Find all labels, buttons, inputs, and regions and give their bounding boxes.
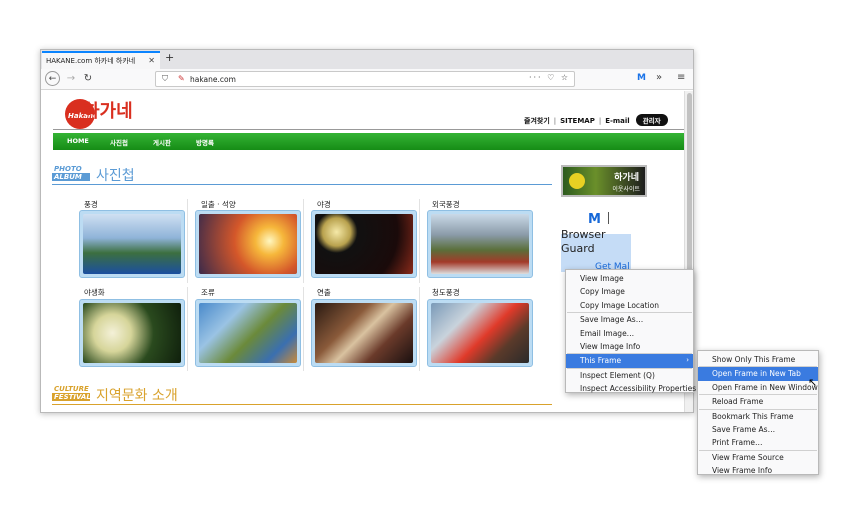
photo-label[interactable]: 조류	[201, 287, 215, 298]
photo-album-title: 사진첩	[96, 168, 135, 184]
submenu-arrow-icon: ›	[686, 356, 689, 365]
photo-thumbnail-landscape[interactable]	[79, 210, 185, 278]
photo-label[interactable]: 일출 · 석양	[201, 199, 236, 210]
context-menu: View Image Copy Image Copy Image Locatio…	[565, 269, 696, 395]
flower-icon	[569, 173, 585, 189]
submenu-open-frame-new-tab[interactable]: Open Frame in New Tab	[698, 367, 818, 381]
submenu-reload-frame[interactable]: Reload Frame	[698, 395, 818, 408]
sitemap-link[interactable]: SITEMAP	[560, 117, 595, 125]
photo-album-heading[interactable]: PHOTO ALBUM 사진첩	[52, 165, 552, 187]
navigation-toolbar: ← → ↻ ⛉ ✎ hakane.com ··· ♡ ☆ M » ≡	[41, 69, 693, 90]
browser-tab[interactable]: HAKANE.com 하카네 하카네 ✕	[42, 51, 160, 69]
nav-home[interactable]: HOME	[67, 137, 89, 145]
menu-inspect-accessibility[interactable]: Inspect Accessibility Properties	[566, 382, 696, 395]
photo-label[interactable]: 청도풍경	[432, 287, 460, 298]
photo-thumbnail-sunrise[interactable]	[195, 210, 301, 278]
photo-thumbnail-birds[interactable]	[195, 299, 301, 367]
tab-title: HAKANE.com 하카네 하카네	[46, 57, 136, 65]
header-divider	[53, 129, 686, 130]
browser-guard-text[interactable]: Browser Guard	[561, 228, 606, 256]
top-navigation: 즐겨찾기 | SITEMAP | E-mail 관리자	[524, 114, 668, 126]
mouse-cursor-icon: ↖	[808, 376, 818, 389]
submenu-view-frame-info[interactable]: View Frame Info	[698, 464, 818, 477]
photo-thumbnail-cheongdo[interactable]	[427, 299, 533, 367]
nav-photo-album[interactable]: 사진첩	[110, 137, 128, 147]
photo-album-underline	[52, 184, 552, 185]
submenu-save-frame-as[interactable]: Save Frame As…	[698, 423, 818, 436]
malwarebytes-extension-icon[interactable]: M	[637, 73, 646, 83]
menu-this-frame[interactable]: This Frame ›	[566, 354, 693, 368]
photo-image[interactable]	[83, 303, 181, 363]
photo-label[interactable]: 야경	[317, 199, 331, 210]
submenu-print-frame[interactable]: Print Frame…	[698, 436, 818, 449]
tab-close-icon[interactable]: ✕	[148, 56, 155, 65]
malwarebytes-icon: M	[588, 212, 601, 227]
photo-thumbnail-wildflower[interactable]	[79, 299, 185, 367]
site-favicon-icon: ✎	[178, 74, 185, 83]
photo-label[interactable]: 야생화	[84, 287, 105, 298]
photo-image[interactable]	[315, 303, 413, 363]
menu-view-image-info[interactable]: View Image Info	[566, 340, 693, 353]
column-divider	[419, 199, 420, 283]
banner-title: 하가네	[614, 173, 639, 183]
menu-this-frame-label: This Frame	[580, 356, 622, 366]
photo-thumbnail-staged[interactable]	[311, 299, 417, 367]
culture-title: 지역문화 소개	[96, 388, 178, 404]
menu-copy-image-location[interactable]: Copy Image Location	[566, 299, 693, 312]
photo-thumbnail-night[interactable]	[311, 210, 417, 278]
page-actions-icons[interactable]: ··· ♡ ☆	[529, 73, 570, 82]
overflow-menu-icon[interactable]: »	[656, 72, 662, 83]
menu-view-image[interactable]: View Image	[566, 272, 693, 285]
neighbor-site-banner[interactable]: 하가네 이웃사이트	[561, 165, 647, 197]
photo-label[interactable]: 연출	[317, 287, 331, 298]
browser-guard-divider	[608, 212, 609, 224]
submenu-bookmark-frame[interactable]: Bookmark This Frame	[698, 410, 818, 423]
photo-image[interactable]	[199, 214, 297, 274]
photo-label[interactable]: 외국풍경	[432, 199, 460, 210]
submenu-open-frame-new-window[interactable]: Open Frame in New Window	[698, 381, 818, 394]
menu-save-image-as[interactable]: Save Image As…	[566, 313, 693, 326]
nav-board[interactable]: 게시판	[153, 137, 171, 147]
reload-button[interactable]: ↻	[81, 72, 95, 86]
photo-thumbnail-foreign[interactable]	[427, 210, 533, 278]
culture-underline	[52, 404, 552, 405]
admin-button[interactable]: 관리자	[635, 114, 668, 126]
column-divider	[187, 287, 188, 371]
photo-image[interactable]	[315, 214, 413, 274]
banner-subtitle: 이웃사이트	[612, 186, 640, 193]
scrollbar-thumb[interactable]	[687, 93, 692, 273]
column-divider	[419, 287, 420, 371]
submenu-show-only-this-frame[interactable]: Show Only This Frame	[698, 353, 818, 366]
logo-korean: 하가네	[83, 101, 133, 122]
nav-guestbook[interactable]: 방명록	[196, 137, 214, 147]
photo-album-en: PHOTO ALBUM	[52, 165, 90, 181]
culture-en: CULTURE FESTIVAL	[52, 385, 91, 401]
frame-submenu: Show Only This Frame Open Frame in New T…	[697, 350, 819, 475]
menu-copy-image[interactable]: Copy Image	[566, 285, 693, 298]
culture-heading[interactable]: CULTURE FESTIVAL 지역문화 소개	[52, 385, 552, 407]
menu-inspect-element[interactable]: Inspect Element (Q)	[566, 369, 693, 382]
photo-image[interactable]	[83, 214, 181, 274]
menu-email-image[interactable]: Email Image…	[566, 327, 693, 340]
email-link[interactable]: E-mail	[605, 117, 630, 125]
column-divider	[303, 287, 304, 371]
main-nav-bar: HOME 사진첩 게시판 방명록	[53, 133, 686, 150]
back-button[interactable]: ←	[45, 71, 60, 86]
column-divider	[187, 199, 188, 283]
photo-label[interactable]: 풍경	[84, 199, 98, 210]
url-text[interactable]: hakane.com	[190, 75, 236, 84]
photo-image[interactable]	[431, 214, 529, 274]
submenu-view-frame-source[interactable]: View Frame Source	[698, 451, 818, 464]
new-tab-button[interactable]: +	[165, 51, 174, 64]
forward-button[interactable]: →	[64, 72, 78, 86]
photo-image[interactable]	[199, 303, 297, 363]
favorites-link[interactable]: 즐겨찾기	[524, 117, 550, 125]
shield-icon[interactable]: ⛉	[162, 74, 168, 84]
url-bar[interactable]: ⛉ ✎ hakane.com ··· ♡ ☆	[155, 71, 575, 87]
tab-bar: HAKANE.com 하카네 하카네 ✕ +	[41, 50, 693, 69]
column-divider	[303, 199, 304, 283]
site-logo[interactable]: Hakane 하가네	[65, 97, 155, 129]
photo-image[interactable]	[431, 303, 529, 363]
hamburger-menu-icon[interactable]: ≡	[677, 72, 685, 83]
